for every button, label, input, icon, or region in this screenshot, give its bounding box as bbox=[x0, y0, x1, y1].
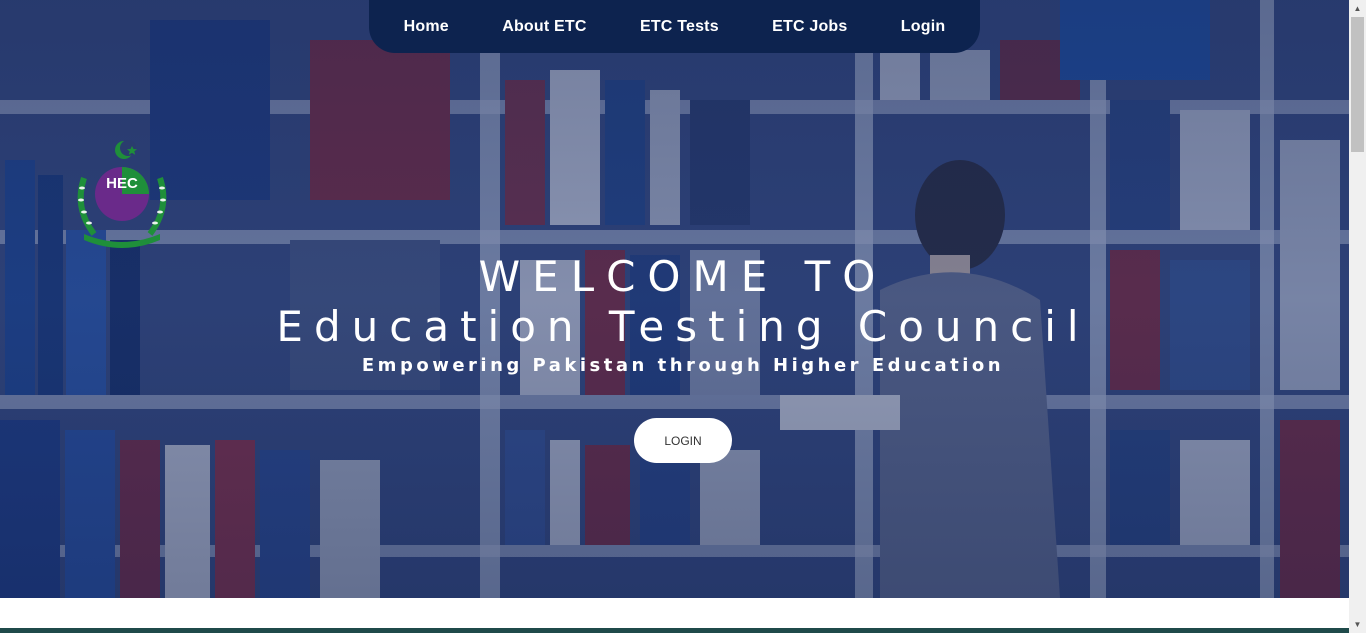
scrollbar-thumb[interactable] bbox=[1351, 17, 1364, 152]
vertical-scrollbar[interactable]: ▲ ▼ bbox=[1349, 0, 1366, 633]
main-navigation: Home About ETC ETC Tests ETC Jobs Login bbox=[369, 0, 980, 53]
nav-about-etc-link[interactable]: About ETC bbox=[496, 14, 592, 40]
nav-home-link[interactable]: Home bbox=[398, 14, 455, 40]
hec-logo: HEC bbox=[77, 140, 167, 248]
nav-etc-tests-link[interactable]: ETC Tests bbox=[634, 14, 725, 40]
scroll-up-arrow-icon[interactable]: ▲ bbox=[1349, 0, 1366, 17]
hero-title-line2: Education Testing Council bbox=[276, 302, 1090, 351]
svg-text:HEC: HEC bbox=[106, 175, 138, 192]
scroll-down-arrow-icon[interactable]: ▼ bbox=[1349, 616, 1366, 633]
hero-login-button[interactable]: LOGIN bbox=[634, 418, 732, 463]
hero-tagline: Empowering Pakistan through Higher Educa… bbox=[361, 355, 1005, 376]
nav-login-link[interactable]: Login bbox=[895, 14, 952, 40]
next-section-strip bbox=[0, 628, 1349, 633]
nav-etc-jobs-link[interactable]: ETC Jobs bbox=[766, 14, 853, 40]
hero-title-line1: WELCOME TO bbox=[478, 252, 888, 301]
